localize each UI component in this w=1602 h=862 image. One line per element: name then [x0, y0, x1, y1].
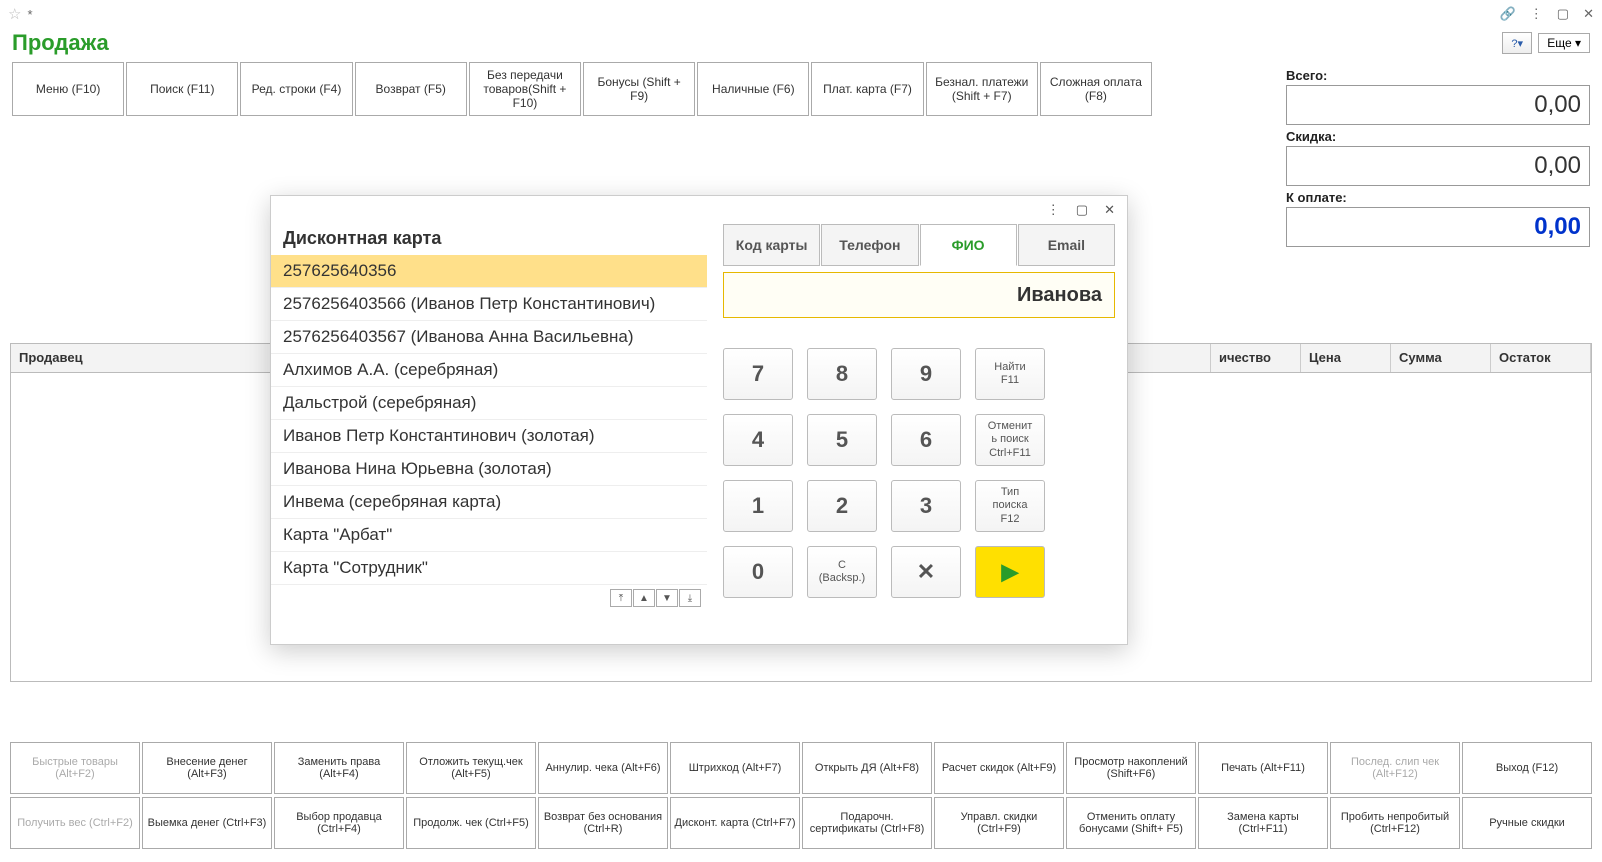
list-item[interactable]: 2576256403567 (Иванова Анна Васильевна) — [271, 321, 707, 354]
key-0[interactable]: 0 — [723, 546, 793, 598]
toolbar-button[interactable]: Плат. карта (F7) — [811, 62, 923, 116]
key-2[interactable]: 2 — [807, 480, 877, 532]
grid-col-header[interactable]: Остаток — [1491, 344, 1591, 372]
bottom-button[interactable]: Выемка денег (Ctrl+F3) — [142, 797, 272, 849]
bottom-button[interactable]: Отложить текущ.чек (Alt+F5) — [406, 742, 536, 794]
maximize-icon[interactable]: ▢ — [1557, 6, 1569, 22]
topay-value: 0,00 — [1286, 207, 1590, 247]
bottom-button[interactable]: Отменить оплату бонусами (Shift+ F5) — [1066, 797, 1196, 849]
key-find[interactable]: Найти F11 — [975, 348, 1045, 400]
bottom-button[interactable]: Выбор продавца (Ctrl+F4) — [274, 797, 404, 849]
nav-up-icon[interactable]: ▲ — [633, 589, 655, 607]
key-9[interactable]: 9 — [891, 348, 961, 400]
dots-icon[interactable]: ⋮ — [1530, 6, 1543, 22]
toolbar-button[interactable]: Без передачи товаров(Shift + F10) — [469, 62, 581, 116]
list-item[interactable]: Иванова Нина Юрьевна (золотая) — [271, 453, 707, 486]
key-8[interactable]: 8 — [807, 348, 877, 400]
list-title: Дисконтная карта — [271, 224, 707, 255]
bottom-button[interactable]: Заменить права (Alt+F4) — [274, 742, 404, 794]
bottom-button[interactable]: Управл. скидки (Ctrl+F9) — [934, 797, 1064, 849]
bottom-button: Получить вес (Ctrl+F2) — [10, 797, 140, 849]
list-item[interactable]: Дальстрой (серебряная) — [271, 387, 707, 420]
list-item[interactable]: Карта "Сотрудник" — [271, 552, 707, 585]
search-input[interactable]: Иванова — [723, 272, 1115, 318]
page-title: Продажа — [12, 30, 1502, 56]
bottom-button: Быстрые товары (Alt+F2) — [10, 742, 140, 794]
key-submit[interactable]: ▶ — [975, 546, 1045, 598]
key-search-type[interactable]: Тип поиска F12 — [975, 480, 1045, 532]
key-5[interactable]: 5 — [807, 414, 877, 466]
dialog-close-icon[interactable]: ✕ — [1104, 202, 1115, 218]
bottom-button[interactable]: Ручные скидки — [1462, 797, 1592, 849]
grid-col-header[interactable]: Цена — [1301, 344, 1391, 372]
key-cancel-search[interactable]: Отменит ь поиск Ctrl+F11 — [975, 414, 1045, 466]
card-list[interactable]: 2576256403562576256403566 (Иванов Петр К… — [271, 255, 707, 585]
bottom-button[interactable]: Подарочн. сертификаты (Ctrl+F8) — [802, 797, 932, 849]
toolbar-button[interactable]: Ред. строки (F4) — [240, 62, 352, 116]
list-item[interactable]: Иванов Петр Константинович (золотая) — [271, 420, 707, 453]
bottom-button: Послед. слип чек (Alt+F12) — [1330, 742, 1460, 794]
search-tab[interactable]: ФИО — [920, 224, 1017, 266]
toolbar-button[interactable]: Сложная оплата (F8) — [1040, 62, 1152, 116]
grid-col-header[interactable]: ичество — [1211, 344, 1301, 372]
toolbar-button[interactable]: Бонусы (Shift + F9) — [583, 62, 695, 116]
titlebar: ☆ * 🔗 ⋮ ▢ ✕ — [0, 0, 1602, 28]
topay-label: К оплате: — [1286, 190, 1590, 205]
help-button[interactable]: ?▾ — [1502, 32, 1532, 54]
list-item[interactable]: 257625640356 — [271, 255, 707, 288]
bottom-button[interactable]: Внесение денег (Alt+F3) — [142, 742, 272, 794]
key-7[interactable]: 7 — [723, 348, 793, 400]
more-button[interactable]: Еще ▾ — [1538, 33, 1590, 53]
key-6[interactable]: 6 — [891, 414, 961, 466]
key-1[interactable]: 1 — [723, 480, 793, 532]
bottom-button[interactable]: Просмотр накоплений (Shift+F6) — [1066, 742, 1196, 794]
grid-col-header[interactable]: Сумма — [1391, 344, 1491, 372]
nav-down-icon[interactable]: ▼ — [656, 589, 678, 607]
toolbar-button[interactable]: Безнал. платежи (Shift + F7) — [926, 62, 1038, 116]
dialog-dots-icon[interactable]: ⋮ — [1047, 202, 1060, 218]
search-tab[interactable]: Email — [1018, 224, 1115, 266]
nav-top-icon[interactable]: ⤒ — [610, 589, 632, 607]
bottom-button[interactable]: Штрихкод (Alt+F7) — [670, 742, 800, 794]
keypad: 7 8 9 Найти F11 4 5 6 Отменит ь поиск Ct… — [723, 348, 1115, 598]
toolbar-button[interactable]: Меню (F10) — [12, 62, 124, 116]
bottom-button[interactable]: Продолж. чек (Ctrl+F5) — [406, 797, 536, 849]
bottom-button[interactable]: Печать (Alt+F11) — [1198, 742, 1328, 794]
bottom-button[interactable]: Открыть ДЯ (Alt+F8) — [802, 742, 932, 794]
key-4[interactable]: 4 — [723, 414, 793, 466]
key-clear[interactable]: ✕ — [891, 546, 961, 598]
dialog-max-icon[interactable]: ▢ — [1076, 202, 1088, 218]
nav-bottom-icon[interactable]: ⤓ — [679, 589, 701, 607]
search-tabs: Код картыТелефонФИОEmail — [723, 224, 1115, 266]
search-tab[interactable]: Код карты — [723, 224, 820, 266]
list-item[interactable]: Карта "Арбат" — [271, 519, 707, 552]
star-icon[interactable]: ☆ — [8, 5, 21, 23]
discount-card-dialog: ⋮ ▢ ✕ Дисконтная карта 25762564035625762… — [270, 195, 1128, 645]
bottom-toolbar: Быстрые товары (Alt+F2)Внесение денег (A… — [10, 742, 1592, 852]
toolbar-button[interactable]: Наличные (F6) — [697, 62, 809, 116]
total-label: Всего: — [1286, 68, 1590, 83]
toolbar-button[interactable]: Поиск (F11) — [126, 62, 238, 116]
bottom-button[interactable]: Возврат без основания (Ctrl+R) — [538, 797, 668, 849]
search-tab[interactable]: Телефон — [821, 224, 918, 266]
bottom-button[interactable]: Дисконт. карта (Ctrl+F7) — [670, 797, 800, 849]
key-backspace[interactable]: C (Backsp.) — [807, 546, 877, 598]
discount-label: Скидка: — [1286, 129, 1590, 144]
close-icon[interactable]: ✕ — [1583, 6, 1594, 22]
toolbar-button[interactable]: Возврат (F5) — [355, 62, 467, 116]
link-icon[interactable]: 🔗 — [1500, 6, 1516, 22]
list-item[interactable]: 2576256403566 (Иванов Петр Константинови… — [271, 288, 707, 321]
main-toolbar: Меню (F10)Поиск (F11)Ред. строки (F4)Воз… — [0, 62, 1164, 116]
bottom-button[interactable]: Расчет скидок (Alt+F9) — [934, 742, 1064, 794]
total-value: 0,00 — [1286, 85, 1590, 125]
list-item[interactable]: Алхимов А.А. (серебряная) — [271, 354, 707, 387]
dirty-indicator: * — [27, 7, 32, 22]
bottom-button[interactable]: Пробить непробитый (Ctrl+F12) — [1330, 797, 1460, 849]
bottom-button[interactable]: Аннулир. чека (Alt+F6) — [538, 742, 668, 794]
key-3[interactable]: 3 — [891, 480, 961, 532]
list-item[interactable]: Инвема (серебряная карта) — [271, 486, 707, 519]
bottom-button[interactable]: Замена карты (Ctrl+F11) — [1198, 797, 1328, 849]
bottom-button[interactable]: Выход (F12) — [1462, 742, 1592, 794]
discount-value: 0,00 — [1286, 146, 1590, 186]
